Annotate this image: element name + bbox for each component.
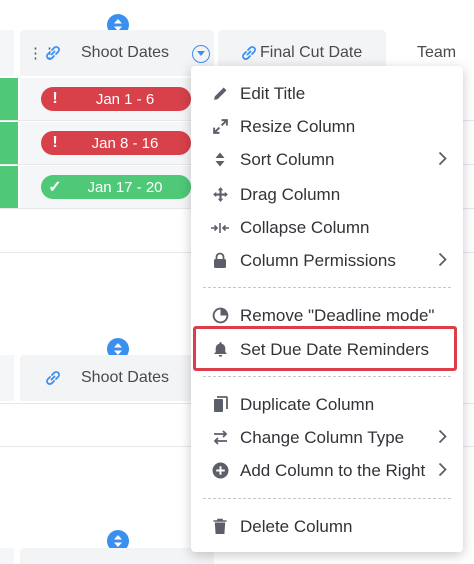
- chevron-right-icon: [438, 462, 447, 477]
- menu-separator: [203, 498, 451, 499]
- timeline-pill-overdue[interactable]: ! Jan 8 - 16: [41, 131, 191, 155]
- timeline-pill-done[interactable]: ✓ Jan 17 - 20: [41, 175, 191, 199]
- lock-icon: [209, 252, 231, 269]
- column-title: Shoot Dates: [81, 44, 170, 61]
- menu-item-label: Remove "Deadline mode": [240, 305, 435, 325]
- menu-item-label: Duplicate Column: [240, 394, 375, 414]
- menu-item-label: Delete Column: [240, 516, 353, 536]
- swap-icon: [209, 430, 231, 445]
- collapse-icon: [209, 222, 231, 234]
- menu-item-add-column-right[interactable]: Add Column to the Right: [191, 454, 463, 487]
- timeline-range: Jan 8 - 16: [91, 134, 159, 152]
- plus-circle-icon: [209, 462, 231, 479]
- menu-item-label: Column Permissions: [240, 250, 396, 270]
- highlight-box: [193, 326, 457, 371]
- trash-icon: [209, 518, 231, 535]
- duplicate-icon: [209, 396, 231, 413]
- link-icon: [242, 46, 256, 60]
- menu-item-edit-title[interactable]: Edit Title: [191, 77, 463, 110]
- sort-icon: [209, 151, 231, 168]
- column-title-team: Team: [417, 44, 457, 61]
- menu-item-label: Collapse Column: [240, 217, 370, 237]
- row-status-strip: [0, 166, 18, 208]
- menu-item-label: Drag Column: [240, 184, 341, 204]
- row-status-strip: [0, 122, 18, 164]
- menu-item-label: Change Column Type: [240, 427, 405, 447]
- deadline-icon: [209, 307, 231, 324]
- up-down-arrows-icon: [114, 343, 122, 355]
- resize-icon: [209, 118, 231, 135]
- column-header-shoot-dates[interactable]: ⋮⋮ Shoot Dates: [20, 30, 214, 76]
- column-title: Shoot Dates: [81, 369, 170, 386]
- link-icon: [46, 46, 60, 60]
- menu-item-collapse-column[interactable]: Collapse Column: [191, 211, 463, 244]
- exclamation-icon: !: [52, 90, 58, 107]
- column-menu-toggle[interactable]: [192, 45, 210, 63]
- menu-item-drag-column[interactable]: Drag Column: [191, 178, 463, 211]
- chevron-down-icon: [197, 51, 205, 56]
- chevron-right-icon: [438, 151, 447, 166]
- header-cell-left: [0, 548, 14, 564]
- menu-item-label: Resize Column: [240, 116, 356, 136]
- column-context-menu: Edit Title Resize Column Sort Column Dra…: [191, 66, 463, 552]
- link-icon: [46, 371, 60, 385]
- menu-item-resize-column[interactable]: Resize Column: [191, 110, 463, 143]
- menu-item-sort-column[interactable]: Sort Column: [191, 143, 463, 176]
- menu-separator: [203, 376, 451, 377]
- menu-item-change-column-type[interactable]: Change Column Type: [191, 421, 463, 454]
- timeline-range: Jan 17 - 20: [87, 178, 163, 196]
- chevron-right-icon: [438, 429, 447, 444]
- timeline-pill-overdue[interactable]: ! Jan 1 - 6: [41, 87, 191, 111]
- menu-separator: [203, 287, 451, 288]
- chevron-right-icon: [438, 252, 447, 267]
- menu-item-delete-column[interactable]: Delete Column: [191, 510, 463, 543]
- menu-item-column-permissions[interactable]: Column Permissions: [191, 244, 463, 277]
- timeline-range: Jan 1 - 6: [95, 90, 155, 108]
- up-down-arrows-icon: [114, 535, 122, 547]
- move-icon: [209, 186, 231, 203]
- menu-item-label: Edit Title: [240, 83, 306, 103]
- pencil-icon: [209, 85, 231, 102]
- column-title: Final Cut Date: [260, 44, 363, 61]
- header-cell-left: [0, 355, 14, 401]
- column-header-shoot-dates-group-2[interactable]: Shoot Dates: [20, 355, 214, 401]
- header-cell-left: [0, 30, 14, 76]
- row-status-strip: [0, 78, 18, 120]
- menu-item-label: Add Column to the Right: [240, 460, 426, 480]
- checkmark-icon: ✓: [48, 179, 62, 196]
- menu-item-duplicate-column[interactable]: Duplicate Column: [191, 388, 463, 421]
- menu-item-label: Sort Column: [240, 149, 335, 169]
- exclamation-icon: !: [52, 134, 58, 151]
- column-header-group-3[interactable]: [20, 548, 214, 564]
